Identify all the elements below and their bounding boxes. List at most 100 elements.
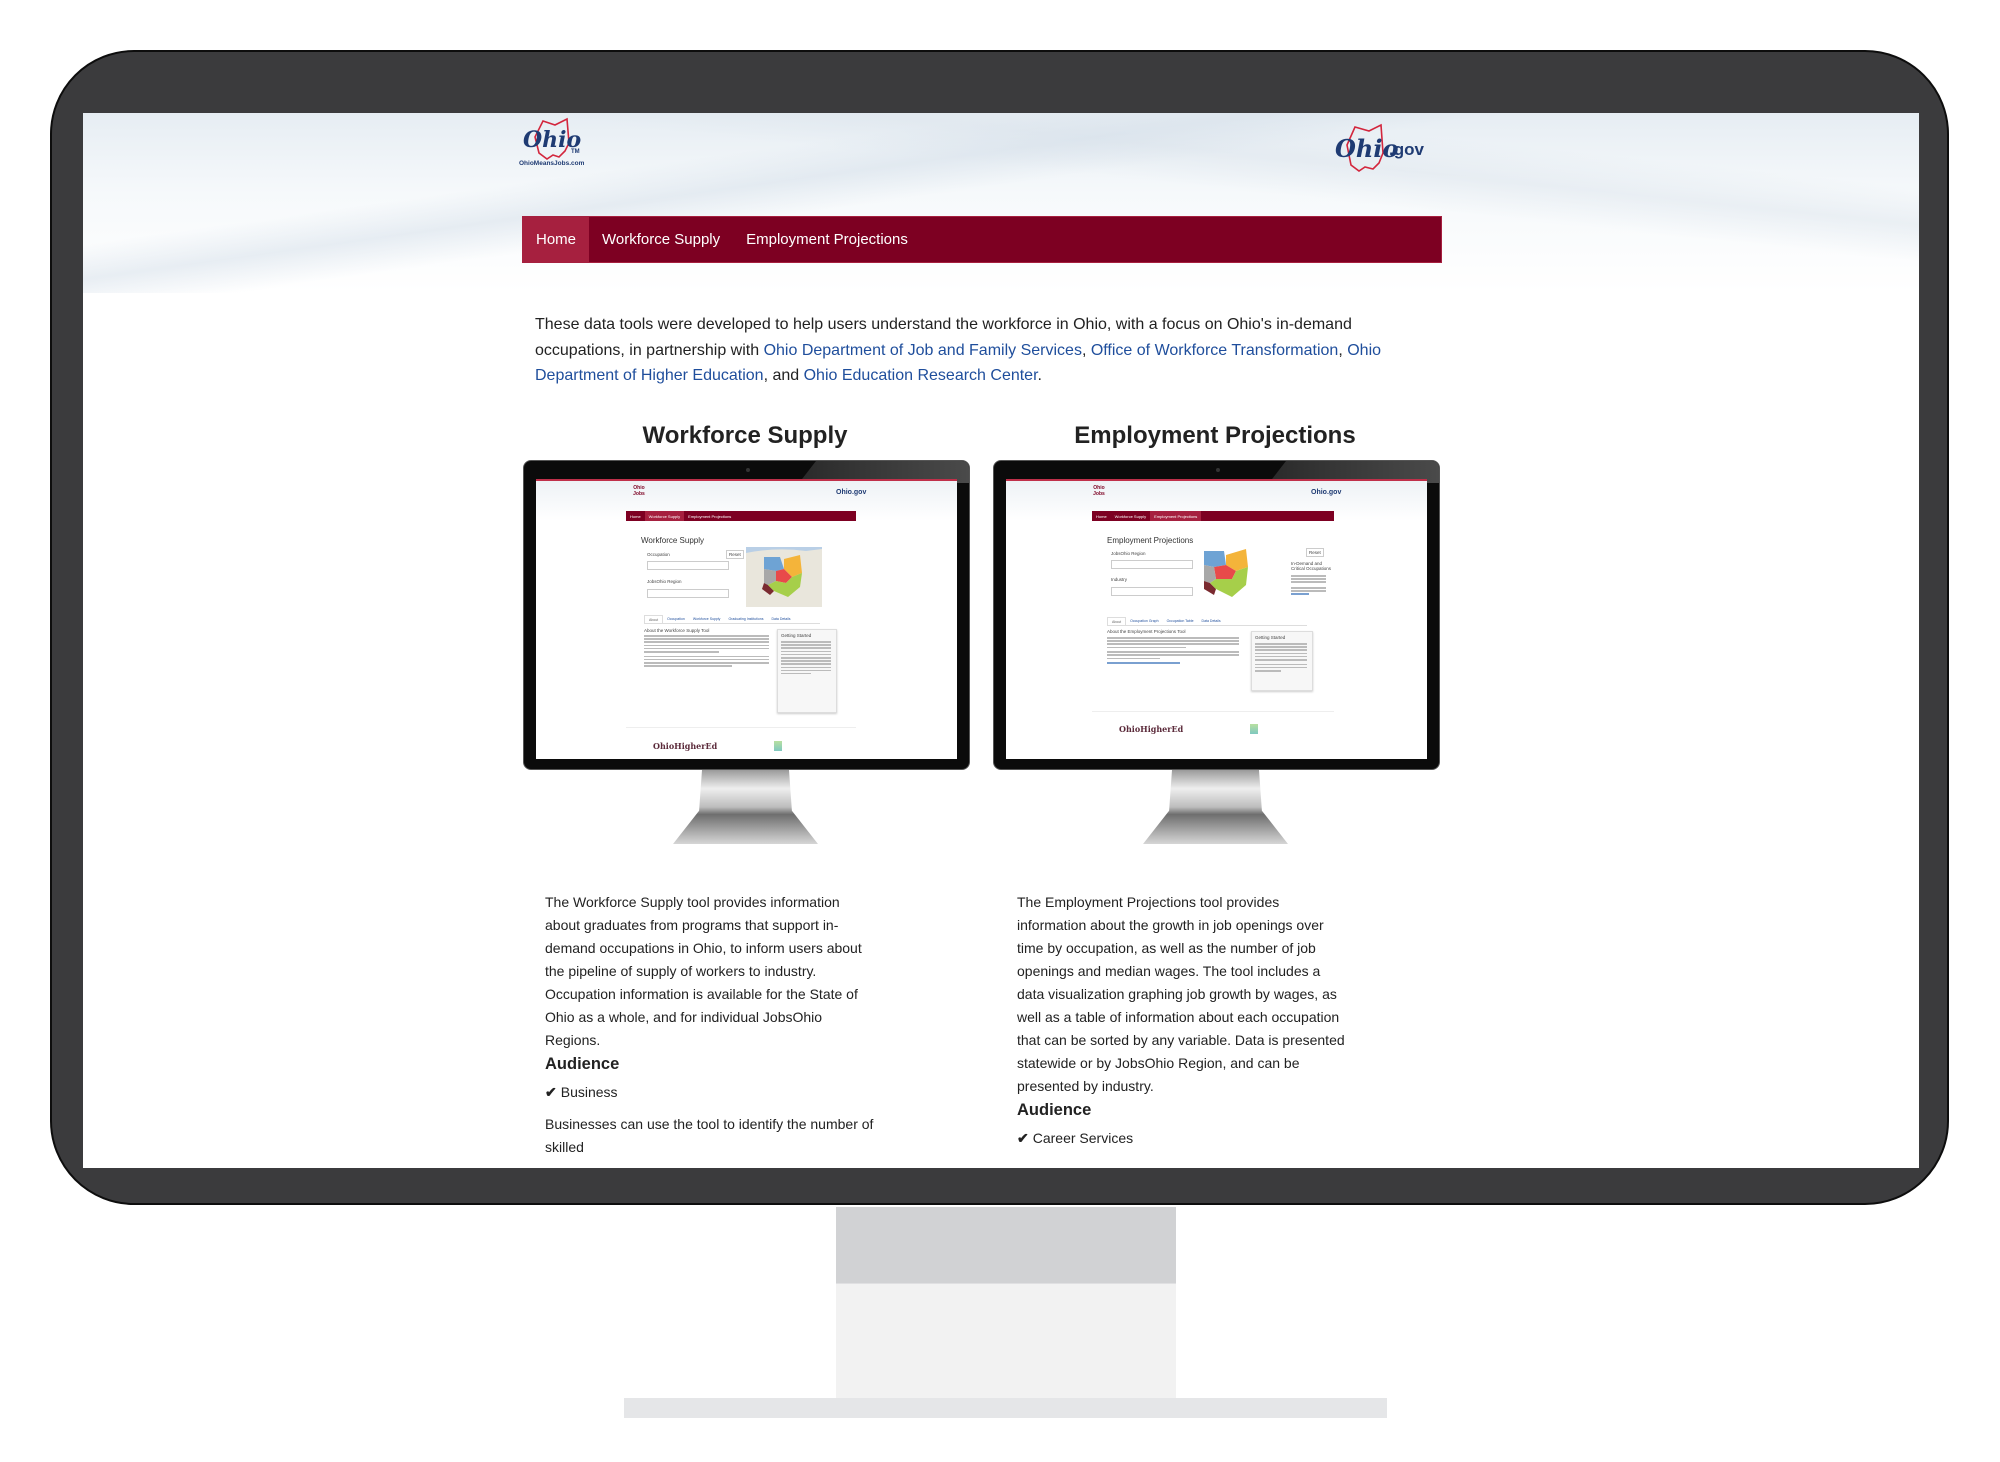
preview-card-title: Getting Started (781, 633, 812, 638)
preview-tab: Occupation (667, 617, 685, 621)
monitor-stand-neck (836, 1207, 1176, 1283)
preview-heading: Workforce Supply (641, 536, 704, 545)
preview-select (1111, 587, 1193, 596)
preview-radio-options (1291, 575, 1326, 597)
preview-tab: About (644, 615, 664, 623)
preview-nav-item: Employment Projections (688, 513, 732, 519)
preview-card: Getting Started (1251, 631, 1313, 691)
link-owt[interactable]: Office of Workforce Transformation (1091, 342, 1339, 359)
preview-ohio-map (1204, 549, 1248, 597)
main-nav: Home Workforce Supply Employment Project… (522, 216, 1442, 263)
preview-card: Getting Started (777, 629, 837, 713)
audience-heading: Audience (545, 1055, 620, 1073)
preview-gov-logo: Ohio.gov (1311, 489, 1342, 496)
preview-select (1111, 560, 1193, 569)
map-region-northwest (1204, 551, 1226, 567)
intro-end: . (1037, 367, 1042, 384)
preview-nav: Home Workforce Supply Employment Project… (1092, 511, 1334, 521)
preview-tab: Data Details (1201, 619, 1221, 623)
ohiomeansjobs-caption: OhioMeansJobs.com (519, 160, 585, 167)
employment-projections-title: Employment Projections (1074, 422, 1356, 449)
preview-text-lines (1107, 637, 1239, 665)
workforce-supply-description: The Workforce Supply tool provides infor… (545, 891, 875, 1159)
camera-icon (1216, 468, 1220, 472)
employment-projections-preview[interactable]: Ohio Jobs Ohio.gov Home Workforce Supply … (993, 460, 1443, 845)
preview-field-label: Occupation (647, 552, 670, 557)
preview-bezel: Ohio Jobs Ohio.gov Home Workforce Supply … (993, 460, 1440, 770)
intro-sep: , (1338, 341, 1348, 359)
preview-footer-logo: OhioHigherEd (653, 741, 718, 751)
preview-tab: About (1107, 617, 1127, 625)
preview-card-lines (781, 641, 831, 676)
preview-stand (1143, 770, 1288, 844)
preview-nav-item: Home (1096, 513, 1107, 519)
preview-field-label: JobsOhio Region (647, 579, 682, 584)
preview-footer-divider (1092, 711, 1334, 712)
nav-home[interactable]: Home (523, 217, 590, 262)
preview-omj-logo: Ohio Jobs (633, 485, 645, 497)
preview-select (647, 589, 729, 598)
preview-screen: Ohio Jobs Ohio.gov Home Workforce Supply … (1006, 479, 1427, 759)
preview-tab: Occupation Graph (1130, 619, 1159, 623)
preview-ohio-map (746, 547, 822, 607)
audience-item: ✔ Business (545, 1081, 875, 1104)
header-banner (83, 113, 1919, 293)
preview-nav-item: Employment Projections (1150, 511, 1202, 521)
link-odjfs[interactable]: Ohio Department of Job and Family Servic… (764, 342, 1082, 359)
preview-section-title: About the Employment Projections Tool (1107, 629, 1186, 634)
preview-bezel: Ohio Jobs Ohio.gov Home Workforce Supply … (523, 460, 970, 770)
preview-section-title: About the Workforce Supply Tool (644, 628, 710, 633)
monitor-screen: Ohio TM OhioMeansJobs.com Ohio .gov Home… (83, 113, 1919, 1168)
workforce-supply-preview[interactable]: Ohio Jobs Ohio.gov Home Workforce Supply … (523, 460, 973, 845)
nav-employment-projections[interactable]: Employment Projections (733, 217, 921, 262)
intro-sep: , (1081, 341, 1091, 359)
preview-tab: Workforce Supply (692, 617, 721, 621)
preview-card-title: Getting Started (1255, 635, 1286, 640)
monitor-stand-lower (836, 1283, 1176, 1399)
preview-oerc-logo (774, 741, 782, 751)
preview-nav-item: Home (630, 513, 641, 519)
preview-footer-divider (626, 727, 856, 728)
preview-screen: Ohio Jobs Ohio.gov Home Workforce Supply … (536, 479, 957, 759)
audience-item-label: Business (560, 1084, 618, 1100)
preview-tab: Data Details (771, 617, 791, 621)
preview-card-lines (1255, 643, 1307, 673)
preview-stand (673, 770, 818, 844)
employment-projections-text: The Employment Projections tool provides… (1017, 894, 1345, 1094)
employment-projections-description: The Employment Projections tool provides… (1017, 891, 1347, 1159)
preview-nav: Home Workforce Supply Employment Project… (626, 511, 856, 521)
link-oerc[interactable]: Ohio Education Research Center (804, 367, 1038, 384)
preview-nav-item: Workforce Supply (1114, 513, 1147, 519)
preview-text-lines (644, 635, 769, 668)
preview-nav-item: Workforce Supply (644, 511, 685, 521)
preview-radio-title: In-Demand and Critical Occupations (1291, 561, 1332, 571)
preview-tabs: About Occupation Graph Occupation Table … (1107, 617, 1307, 626)
preview-footer-logo: OhioHigherEd (1119, 724, 1184, 734)
nav-workforce-supply[interactable]: Workforce Supply (589, 217, 733, 262)
check-icon: ✔ (1017, 1130, 1029, 1146)
preview-tab: Occupation Table (1166, 619, 1194, 623)
audience-heading: Audience (1017, 1101, 1092, 1119)
audience-detail: Businesses can use the tool to identify … (545, 1116, 874, 1155)
preview-reset: Reset (1306, 548, 1324, 557)
preview-reset: Reset (726, 550, 744, 559)
preview-field-label: Industry (1111, 577, 1128, 582)
intro-sep: , and (763, 367, 804, 384)
preview-heading: Employment Projections (1107, 536, 1194, 545)
svg-text:TM: TM (571, 149, 580, 155)
preview-tab: Graduating Institutions (728, 617, 764, 621)
svg-text:.gov: .gov (1389, 140, 1424, 159)
ohio-gov-logo[interactable]: Ohio .gov (1333, 123, 1443, 179)
audience-item-label: Career Services (1032, 1130, 1134, 1146)
preview-select (647, 561, 729, 570)
check-icon: ✔ (545, 1084, 557, 1100)
intro-paragraph: These data tools were developed to help … (535, 312, 1435, 389)
preview-oerc-logo (1250, 724, 1258, 734)
preview-field-label: JobsOhio Region (1111, 551, 1146, 556)
workforce-supply-title: Workforce Supply (642, 422, 848, 449)
ohio-gov-outline-icon: Ohio .gov (1335, 123, 1424, 172)
camera-icon (746, 468, 750, 472)
preview-omj-logo: Ohio Jobs (1093, 485, 1105, 497)
preview-gov-logo: Ohio.gov (836, 489, 867, 496)
audience-item: ✔ Career Services (1017, 1127, 1347, 1150)
